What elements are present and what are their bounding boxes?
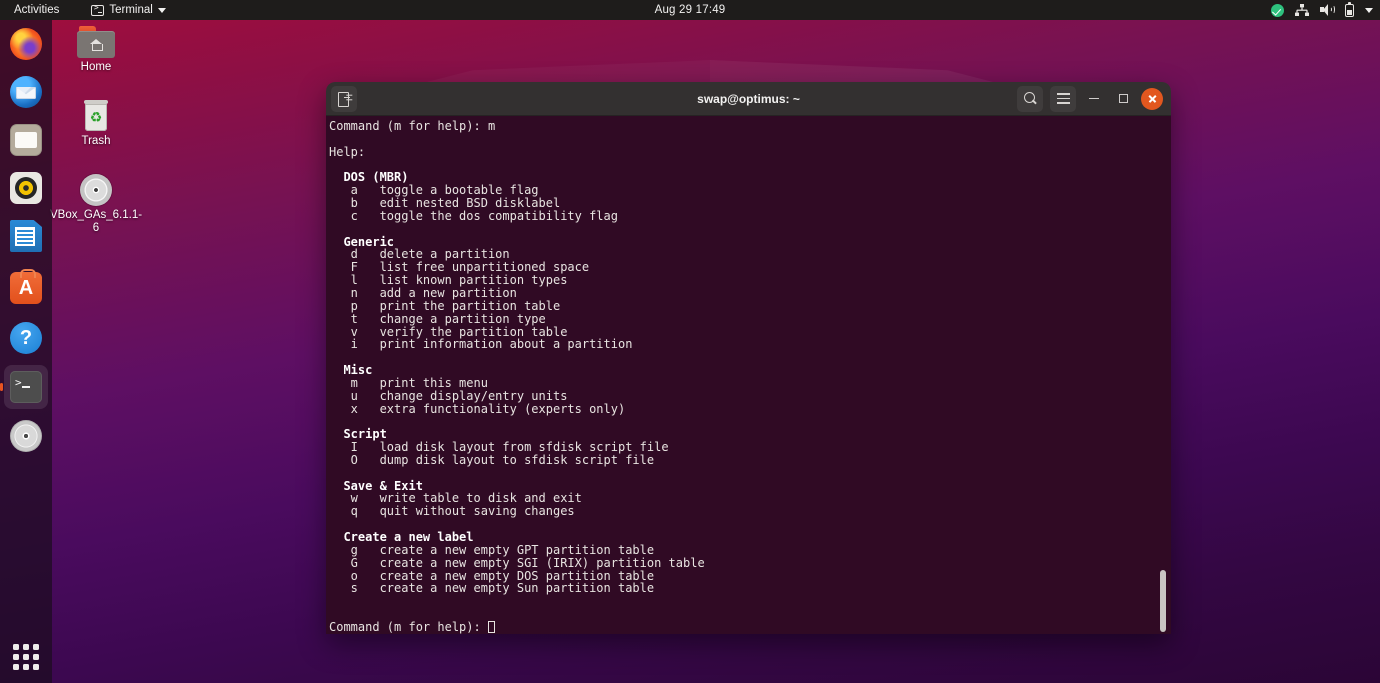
optical-disc-icon [80, 174, 112, 206]
software-bag-icon [10, 269, 42, 304]
minimize-icon [1089, 97, 1099, 100]
desktop-icon-trash-label: Trash [81, 135, 111, 147]
dock-item-ubuntu-software[interactable] [4, 266, 48, 310]
desktop[interactable]: Home ♻ Trash VBox_GAs_6.1.1- 6 A ? > swa… [0, 0, 1380, 683]
close-icon [1148, 94, 1157, 103]
terminal-line: I load disk layout from sfdisk script fi… [329, 440, 669, 455]
terminal-scrollbar[interactable] [1159, 116, 1167, 634]
firefox-icon [10, 28, 42, 60]
terminal-output: Command (m for help): m Help: DOS (MBR) a… [326, 120, 1171, 634]
terminal-prompt: Command (m for help): [329, 619, 1171, 634]
terminal-line: s create a new empty Sun partition table [329, 581, 655, 596]
trash-icon: ♻ [83, 100, 109, 132]
terminal-window[interactable]: swap@optimus: ~ Command (m for help): m H… [326, 82, 1171, 634]
terminal-line: p print the partition table [329, 298, 561, 313]
desktop-icon-vbox-guest-additions[interactable]: VBox_GAs_6.1.1- 6 [50, 174, 142, 234]
home-folder-icon [77, 26, 115, 58]
terminal-section-heading: Misc [329, 363, 373, 378]
terminal-line: b edit nested BSD disklabel [329, 196, 561, 211]
document-icon [10, 220, 42, 252]
desktop-icon-home-label: Home [80, 61, 112, 73]
terminal-titlebar[interactable]: swap@optimus: ~ [326, 82, 1171, 116]
terminal-line: t change a partition type [329, 311, 546, 326]
terminal-line: q quit without saving changes [329, 504, 575, 519]
network-icon [1295, 4, 1309, 16]
dock-item-thunderbird[interactable] [4, 70, 48, 114]
volume-icon [1320, 4, 1335, 17]
terminal-line: G create a new empty SGI (IRIX) partitio… [329, 555, 705, 570]
optical-disc-icon [10, 420, 42, 452]
terminal-line: n add a new partition [329, 285, 517, 300]
dock-item-files[interactable] [4, 118, 48, 162]
dock-item-disc[interactable] [4, 414, 48, 458]
terminal-cursor [487, 620, 495, 633]
dock-item-rhythmbox[interactable] [4, 166, 48, 210]
maximize-icon [1118, 94, 1128, 103]
dock-item-help[interactable] [4, 316, 48, 360]
thunderbird-icon [10, 76, 42, 108]
terminal-body[interactable]: Command (m for help): m Help: DOS (MBR) a… [326, 116, 1171, 634]
hamburger-menu-button[interactable] [1050, 85, 1076, 112]
chevron-down-icon[interactable] [1365, 7, 1373, 14]
terminal-prompt-label: Command (m for help): [329, 619, 488, 634]
shield-check-icon[interactable] [1271, 3, 1284, 17]
terminal-line: x extra functionality (experts only) [329, 401, 626, 416]
question-mark-icon [10, 322, 42, 354]
terminal-section-heading: Create a new label [329, 530, 474, 544]
folder-icon [10, 124, 42, 156]
hamburger-menu-icon [1056, 93, 1070, 104]
maximize-button[interactable] [1112, 88, 1134, 110]
terminal-line: g create a new empty GPT partition table [329, 542, 655, 557]
new-tab-button[interactable] [331, 85, 357, 112]
desktop-icon-trash[interactable]: ♻ Trash [50, 100, 142, 148]
close-button[interactable] [1141, 87, 1163, 110]
minimize-button[interactable] [1083, 88, 1105, 110]
system-tray[interactable] [1271, 1, 1373, 17]
dock-item-terminal[interactable] [0, 365, 48, 409]
dock-item-firefox[interactable] [4, 22, 48, 66]
terminal-line: m print this menu [329, 375, 488, 390]
search-button[interactable] [1017, 85, 1043, 112]
desktop-icon-vbox-label-line1: VBox_GAs_6.1.1- [50, 209, 143, 221]
app-grid-icon [13, 644, 39, 670]
terminal-line: Command (m for help): m [329, 119, 496, 133]
desktop-icon-vbox-label-line2: 6 [92, 221, 100, 234]
search-icon [1023, 92, 1037, 105]
new-tab-icon [338, 92, 350, 107]
terminal-scrollbar-thumb[interactable] [1160, 570, 1166, 632]
terminal-line: c toggle the dos compatibility flag [329, 208, 618, 223]
terminal-line: O dump disk layout to sfdisk script file [329, 452, 655, 467]
clock[interactable]: Aug 29 17:49 [0, 4, 1380, 16]
terminal-line: u change display/entry units [329, 388, 568, 403]
desktop-icon-home[interactable]: Home [50, 26, 142, 74]
terminal-line: i print information about a partition [329, 337, 633, 352]
dock-item-libreoffice-writer[interactable] [4, 214, 48, 258]
terminal-icon [10, 371, 42, 403]
battery-icon [1345, 1, 1354, 17]
music-player-icon [10, 172, 42, 204]
dock [0, 20, 52, 683]
top-bar: Activities Terminal Aug 29 17:49 [0, 0, 1380, 20]
show-applications-button[interactable] [4, 635, 48, 679]
terminal-line: Help: [329, 144, 366, 159]
